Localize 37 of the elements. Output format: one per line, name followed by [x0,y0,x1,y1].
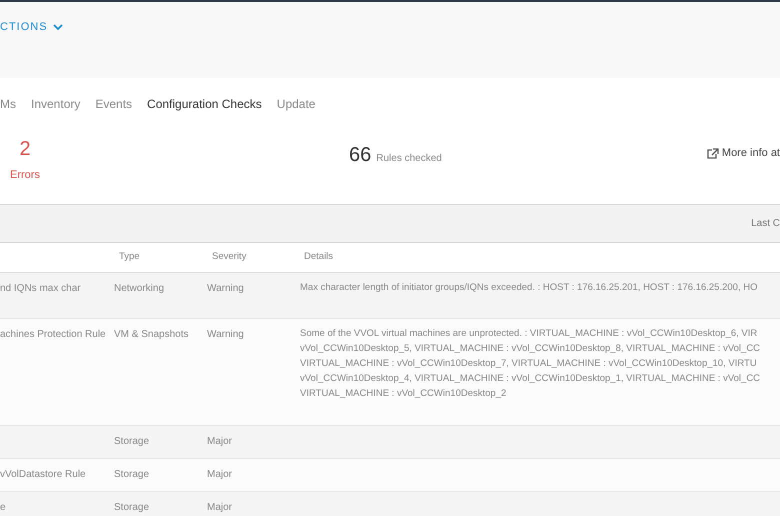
chevron-down-icon [52,24,63,31]
nav-tab[interactable]: Events [95,95,132,113]
rule-type: Storage [114,502,150,513]
errors-count: 2 [19,139,31,159]
rules-label: Rules checked [376,152,442,166]
rule-name: achines Protection Rule [0,329,106,340]
rule-type: Storage [114,436,150,447]
rule-name: e [0,502,6,513]
column-header: Details [304,250,334,264]
actions-menu-button[interactable]: CTIONS [0,19,63,36]
rule-name: vVolDatastore Rule [0,469,86,480]
nav-tab[interactable]: Inventory [31,95,80,113]
external-link-icon [706,148,719,159]
details-line: Some of the VVOL virtual machines are unprotected. : VIRTUAL_MACHINE : vVol_CCWin10Desktop_6, VIR [300,327,758,340]
errors-label: Errors [10,168,40,183]
nav-tab[interactable]: Configuration Checks [147,95,262,113]
rule-severity: Warning [207,283,244,294]
column-header: Severity [212,250,248,264]
rule-severity: Major [207,469,232,480]
details-line: vVol_CCWin10Desktop_4, VIRTUAL_MACHINE : vVol_CCWin10Desktop_1, VIRTUAL_MACHINE : vVol_CC [300,372,760,385]
rule-severity: Major [207,436,232,447]
rule-type: Storage [114,469,150,480]
details-line: VIRTUAL_MACHINE : vVol_CCWin10Desktop_2 [300,387,508,400]
rule-type: VM & Snapshots [114,329,188,340]
nav-tab[interactable]: Update [276,95,316,113]
last-checked-label: Last C [751,217,780,231]
more-info-link[interactable]: More info at [722,145,780,162]
details-line: VIRTUAL_MACHINE : vVol_CCWin10Desktop_7, VIRTUAL_MACHINE : vVol_CCWin10Desktop_10, VIRTU [300,357,758,370]
rule-type: Networking [114,283,164,294]
rules-count: 66 [349,143,372,168]
details-line: vVol_CCWin10Desktop_5, VIRTUAL_MACHINE : vVol_CCWin10Desktop_8, VIRTUAL_MACHINE : vVol_CC [300,342,760,355]
column-header: Type [119,250,141,264]
rule-severity: Warning [207,329,244,340]
rule-severity: Major [207,502,232,513]
nav-tab[interactable]: Ms [0,95,16,113]
rule-name: nd IQNs max char [0,283,81,294]
details-line: Max character length of initiator groups/IQNs exceeded. : HOST : 176.16.25.201, HOST : 176.16.25.200, HO [300,281,758,294]
